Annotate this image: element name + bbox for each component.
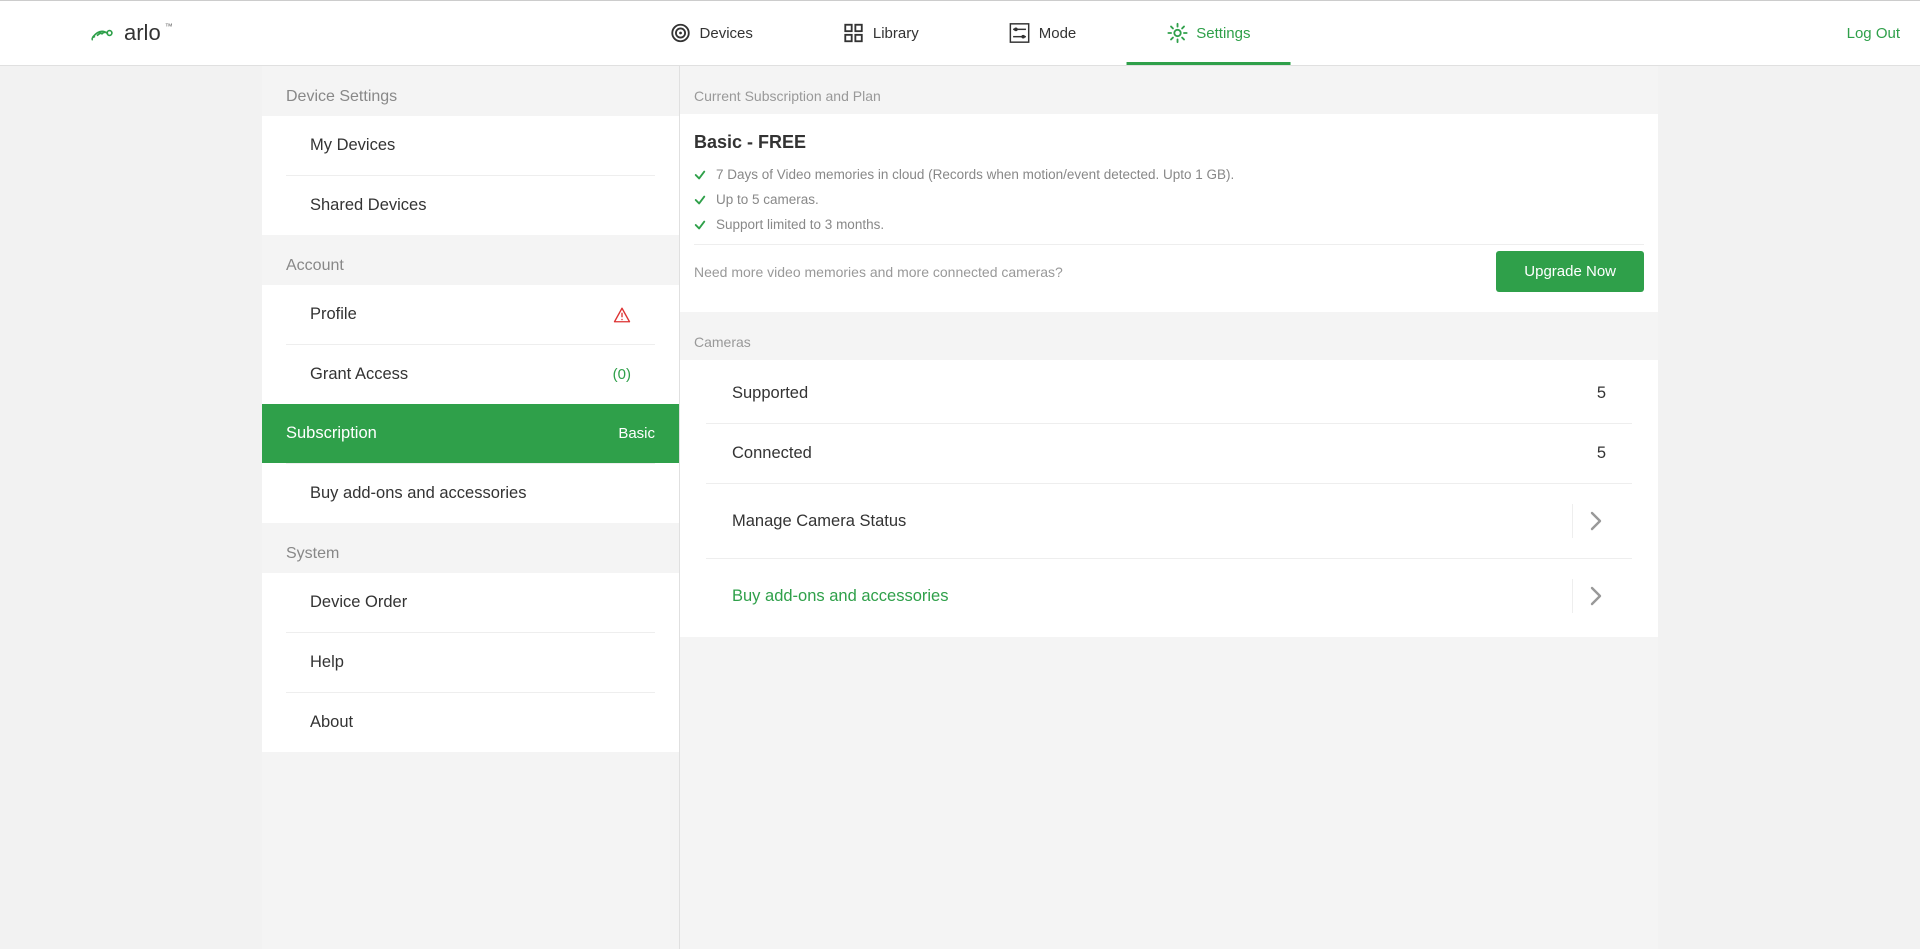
sidebar-header-account: Account xyxy=(262,235,679,285)
top-nav: Devices Library Mode xyxy=(670,1,1251,65)
sidebar: Device Settings My Devices Shared Device… xyxy=(262,66,680,949)
sidebar-item-shared-devices[interactable]: Shared Devices xyxy=(286,175,655,235)
chevron-right-icon xyxy=(1572,579,1606,613)
check-icon xyxy=(694,169,706,181)
sidebar-item-label: My Devices xyxy=(310,136,395,155)
nav-settings-label: Settings xyxy=(1196,25,1250,42)
buy-addons-label: Buy add-ons and accessories xyxy=(732,587,948,606)
main-container: Device Settings My Devices Shared Device… xyxy=(262,66,1658,949)
sidebar-item-help[interactable]: Help xyxy=(286,632,655,692)
upgrade-prompt: Need more video memories and more connec… xyxy=(694,264,1063,280)
cameras-connected-row: Connected 5 xyxy=(706,423,1632,483)
main-content: Current Subscription and Plan Basic - FR… xyxy=(680,66,1658,949)
section-header-subscription: Current Subscription and Plan xyxy=(680,66,1658,114)
upgrade-row: Need more video memories and more connec… xyxy=(694,245,1644,302)
nav-library[interactable]: Library xyxy=(843,1,919,65)
nav-library-label: Library xyxy=(873,25,919,42)
plan-feature: Up to 5 cameras. xyxy=(694,192,1644,207)
devices-icon xyxy=(670,22,692,44)
trademark-icon: ™ xyxy=(165,22,173,31)
buy-addons-row[interactable]: Buy add-ons and accessories xyxy=(706,558,1632,633)
sidebar-item-my-devices[interactable]: My Devices xyxy=(286,116,655,175)
sidebar-item-label: Help xyxy=(310,653,344,672)
plan-feature: Support limited to 3 months. xyxy=(694,217,1644,232)
sidebar-item-label: Buy add-ons and accessories xyxy=(310,484,526,503)
cameras-supported-row: Supported 5 xyxy=(706,364,1632,423)
logo[interactable]: arlo ™ xyxy=(90,20,173,46)
sidebar-item-about[interactable]: About xyxy=(286,692,655,752)
logo-icon xyxy=(90,23,120,43)
sidebar-item-label: About xyxy=(310,713,353,732)
library-icon xyxy=(843,22,865,44)
sidebar-item-profile[interactable]: Profile xyxy=(286,285,655,344)
sidebar-item-label: Subscription xyxy=(286,424,377,443)
logo-text: arlo xyxy=(124,20,161,46)
plan-feature-text: Up to 5 cameras. xyxy=(716,192,819,207)
plan-feature-text: Support limited to 3 months. xyxy=(716,217,884,232)
nav-mode[interactable]: Mode xyxy=(1009,1,1077,65)
mode-icon xyxy=(1009,22,1031,44)
sidebar-item-grant-access[interactable]: Grant Access (0) xyxy=(286,344,655,404)
sidebar-item-buy-addons[interactable]: Buy add-ons and accessories xyxy=(286,463,655,523)
sidebar-item-subscription[interactable]: Subscription Basic xyxy=(262,404,679,463)
check-icon xyxy=(694,194,706,206)
sidebar-header-device-settings: Device Settings xyxy=(262,66,679,116)
nav-devices[interactable]: Devices xyxy=(670,1,753,65)
chevron-right-icon xyxy=(1572,504,1606,538)
logout-link[interactable]: Log Out xyxy=(1847,25,1900,42)
plan-title: Basic - FREE xyxy=(694,132,1644,153)
nav-devices-label: Devices xyxy=(700,25,753,42)
nav-settings[interactable]: Settings xyxy=(1166,1,1250,65)
sidebar-item-label: Shared Devices xyxy=(310,196,426,215)
sidebar-header-system: System xyxy=(262,523,679,573)
section-header-cameras: Cameras xyxy=(680,312,1658,360)
settings-icon xyxy=(1166,22,1188,44)
cameras-connected-label: Connected xyxy=(732,444,812,463)
subscription-card: Basic - FREE 7 Days of Video memories in… xyxy=(680,114,1658,312)
sidebar-item-device-order[interactable]: Device Order xyxy=(286,573,655,632)
warning-icon xyxy=(613,306,631,324)
plan-feature: 7 Days of Video memories in cloud (Recor… xyxy=(694,167,1644,182)
cameras-connected-value: 5 xyxy=(1597,444,1606,463)
check-icon xyxy=(694,219,706,231)
nav-mode-label: Mode xyxy=(1039,25,1077,42)
manage-camera-status-label: Manage Camera Status xyxy=(732,512,906,531)
sidebar-item-label: Profile xyxy=(310,305,357,324)
manage-camera-status-row[interactable]: Manage Camera Status xyxy=(706,483,1632,558)
upgrade-button[interactable]: Upgrade Now xyxy=(1496,251,1644,292)
sidebar-item-label: Device Order xyxy=(310,593,407,612)
sidebar-item-label: Grant Access xyxy=(310,365,408,384)
cameras-supported-label: Supported xyxy=(732,384,808,403)
cameras-card: Supported 5 Connected 5 Manage Camera St… xyxy=(680,360,1658,637)
grant-access-count: (0) xyxy=(613,366,631,383)
cameras-supported-value: 5 xyxy=(1597,384,1606,403)
subscription-plan-badge: Basic xyxy=(618,425,655,442)
plan-feature-text: 7 Days of Video memories in cloud (Recor… xyxy=(716,167,1234,182)
topbar: arlo ™ Devices Library xyxy=(0,0,1920,66)
